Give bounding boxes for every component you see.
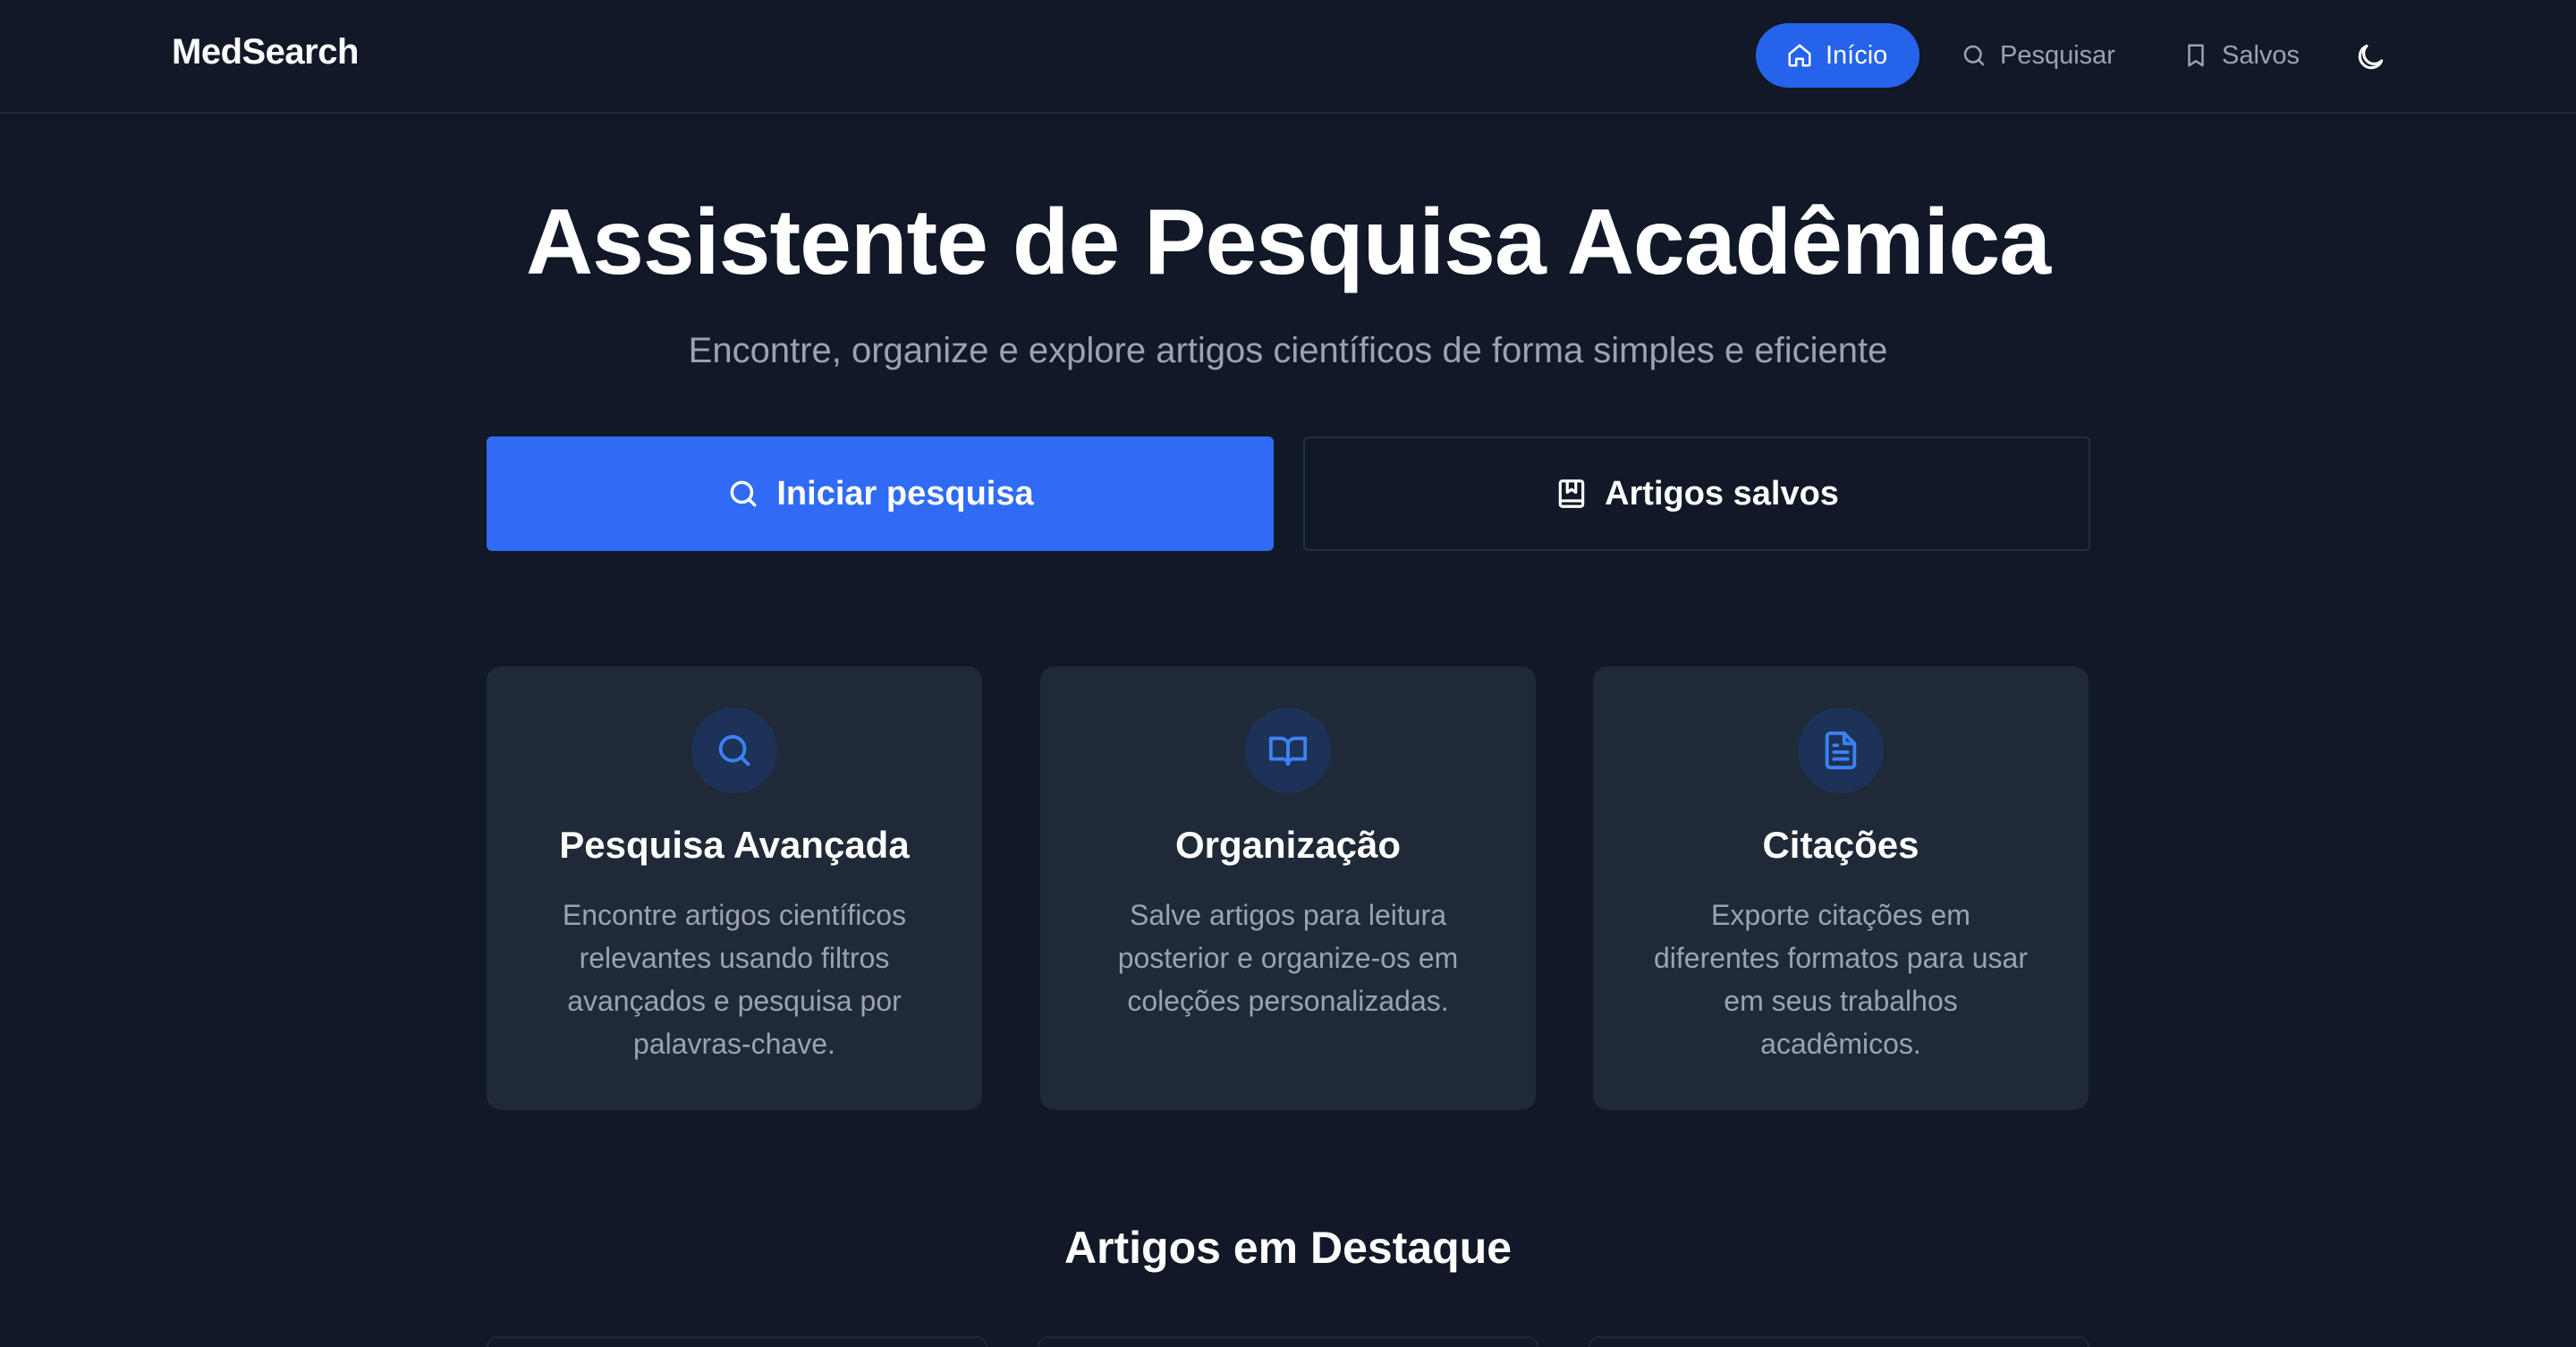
featured-article-card[interactable] [1589,1336,2089,1347]
saved-articles-label: Artigos salvos [1605,474,1839,513]
search-icon [1961,42,1987,69]
featured-articles-title: Artigos em Destaque [1063,1223,1513,1273]
home-icon [1786,42,1813,69]
featured-article-card[interactable] [1038,1336,1538,1347]
bookmark-icon [2182,42,2209,69]
feature-card-citations: Citações Exporte citações em diferentes … [1593,666,2089,1110]
saved-articles-button[interactable]: Artigos salvos [1303,436,2090,551]
brand-logo[interactable]: MedSearch [172,32,359,72]
start-search-button[interactable]: Iniciar pesquisa [487,436,1274,551]
feature-description: Exporte citações em diferentes formatos … [1654,899,2028,1060]
feature-title: Citações [1762,824,1919,866]
page-subtitle: Encontre, organize e explore artigos cie… [688,331,1888,370]
book-open-icon [1245,707,1331,793]
file-text-icon [1798,707,1884,793]
feature-title: Pesquisa Avançada [559,824,910,866]
feature-description: Encontre artigos científicos relevantes … [562,899,907,1060]
nav-search-label: Pesquisar [2000,40,2115,70]
nav-home-label: Início [1826,40,1888,70]
search-icon [691,707,777,793]
nav-search[interactable]: Pesquisar [1930,23,2146,88]
navbar: MedSearch Início Pesquisar Salvos [0,0,2576,114]
feature-card-advanced-search: Pesquisa Avançada Encontre artigos cient… [487,666,982,1110]
start-search-label: Iniciar pesquisa [776,474,1034,513]
feature-card-organization: Organização Salve artigos para leitura p… [1040,666,1536,1110]
nav-saved-label: Salvos [2222,40,2301,70]
feature-title: Organização [1174,824,1402,866]
theme-toggle-button[interactable] [2349,36,2392,79]
moon-icon [2353,40,2387,74]
page-title: Assistente de Pesquisa Acadêmica [525,191,2051,294]
search-icon [726,477,760,511]
page: MedSearch Início Pesquisar Salvos Assist… [0,0,2576,1347]
book-bookmark-icon [1555,477,1589,511]
nav-home[interactable]: Início [1756,23,1919,88]
nav-saved[interactable]: Salvos [2152,23,2330,88]
feature-description: Salve artigos para leitura posterior e o… [1117,899,1459,1017]
featured-article-card[interactable] [487,1336,987,1347]
